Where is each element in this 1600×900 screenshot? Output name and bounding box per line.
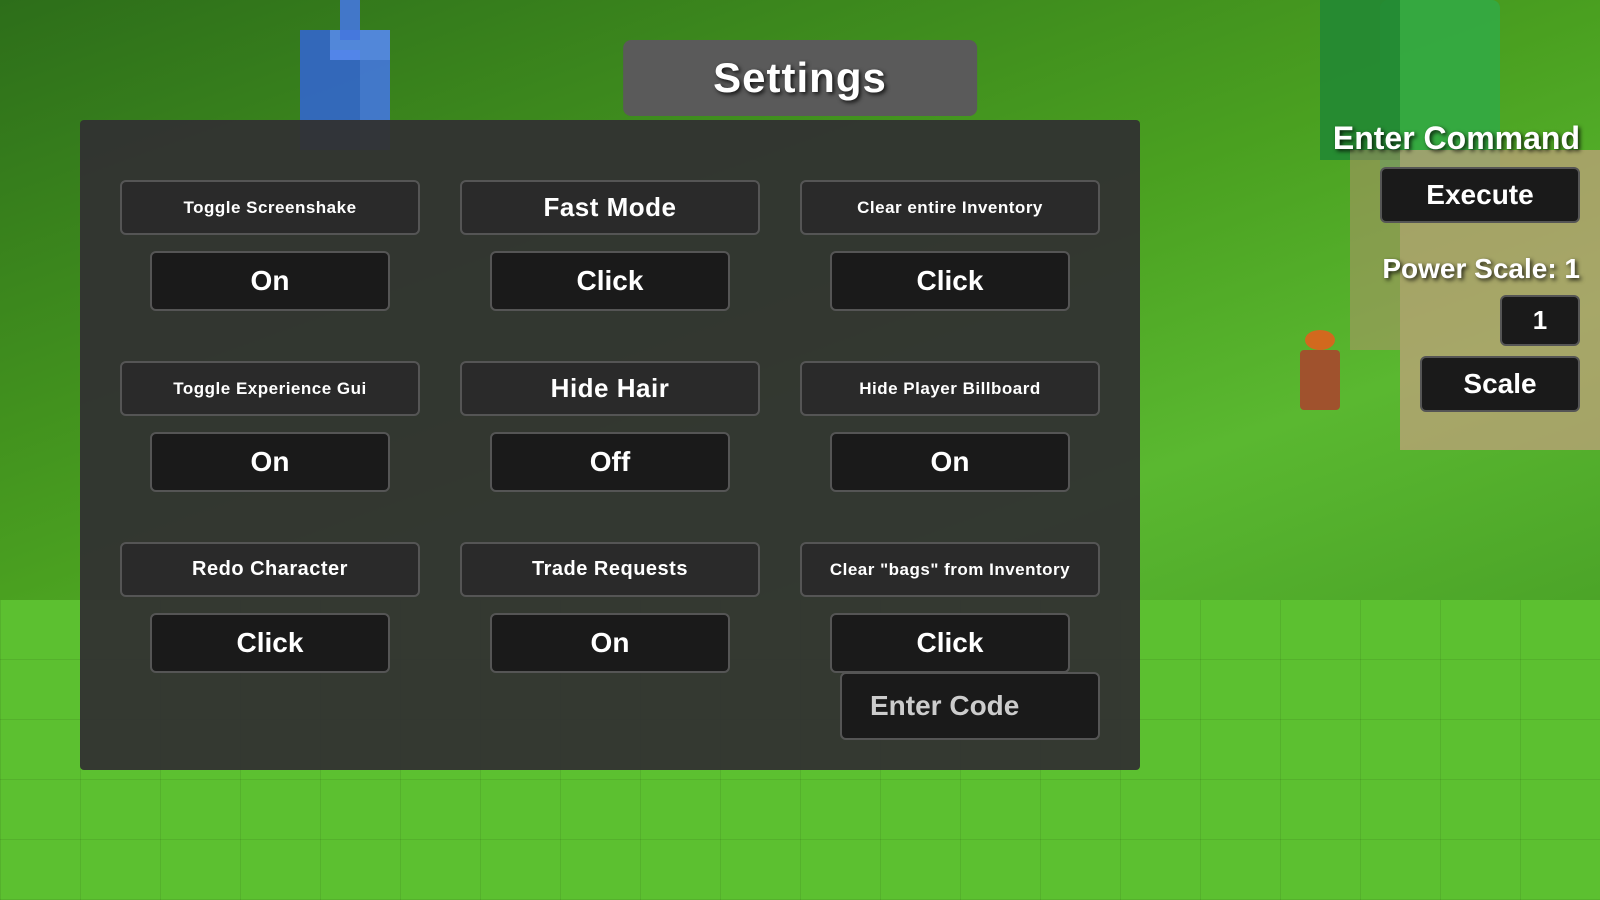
fast-mode-value-btn[interactable]: Click: [490, 251, 730, 311]
clear-bags-value-btn[interactable]: Click: [830, 613, 1070, 673]
hide-hair-value-btn[interactable]: Off: [490, 432, 730, 492]
hide-billboard-value-btn[interactable]: On: [830, 432, 1070, 492]
redo-character-value-btn[interactable]: Click: [150, 613, 390, 673]
enter-command-label: Enter Command: [1333, 120, 1580, 157]
setting-redo-character: Redo Character Click: [120, 542, 420, 673]
toggle-experience-label-btn[interactable]: Toggle Experience Gui: [120, 361, 420, 416]
scale-value-button[interactable]: 1: [1500, 295, 1580, 346]
enter-code-input[interactable]: [840, 672, 1100, 740]
power-scale-label: Power Scale: 1: [1382, 253, 1580, 285]
clear-inventory-label-btn[interactable]: Clear entire Inventory: [800, 180, 1100, 235]
trade-requests-label-btn[interactable]: Trade Requests: [460, 542, 760, 597]
settings-panel: Toggle Screenshake On Fast Mode Click Cl…: [80, 120, 1140, 770]
hide-hair-label-btn[interactable]: Hide Hair: [460, 361, 760, 416]
toggle-screenshake-label-btn[interactable]: Toggle Screenshake: [120, 180, 420, 235]
toggle-experience-value-btn[interactable]: On: [150, 432, 390, 492]
redo-character-label-btn[interactable]: Redo Character: [120, 542, 420, 597]
setting-fast-mode: Fast Mode Click: [460, 180, 760, 311]
enter-code-container: [840, 672, 1100, 740]
settings-title: Settings: [713, 54, 887, 101]
settings-grid: Toggle Screenshake On Fast Mode Click Cl…: [120, 180, 1100, 673]
setting-clear-inventory: Clear entire Inventory Click: [800, 180, 1100, 311]
hide-billboard-label-btn[interactable]: Hide Player Billboard: [800, 361, 1100, 416]
clear-bags-label-btn[interactable]: Clear "bags" from Inventory: [800, 542, 1100, 597]
setting-toggle-screenshake: Toggle Screenshake On: [120, 180, 420, 311]
setting-hide-hair: Hide Hair Off: [460, 361, 760, 492]
right-panel: Enter Command Execute Power Scale: 1 1 S…: [1333, 120, 1580, 412]
toggle-screenshake-value-btn[interactable]: On: [150, 251, 390, 311]
execute-button[interactable]: Execute: [1380, 167, 1580, 223]
settings-title-bar: Settings: [623, 40, 977, 116]
setting-toggle-experience: Toggle Experience Gui On: [120, 361, 420, 492]
setting-clear-bags: Clear "bags" from Inventory Click: [800, 542, 1100, 673]
fast-mode-label-btn[interactable]: Fast Mode: [460, 180, 760, 235]
clear-inventory-value-btn[interactable]: Click: [830, 251, 1070, 311]
setting-hide-player-billboard: Hide Player Billboard On: [800, 361, 1100, 492]
scale-button[interactable]: Scale: [1420, 356, 1580, 412]
setting-trade-requests: Trade Requests On: [460, 542, 760, 673]
trade-requests-value-btn[interactable]: On: [490, 613, 730, 673]
